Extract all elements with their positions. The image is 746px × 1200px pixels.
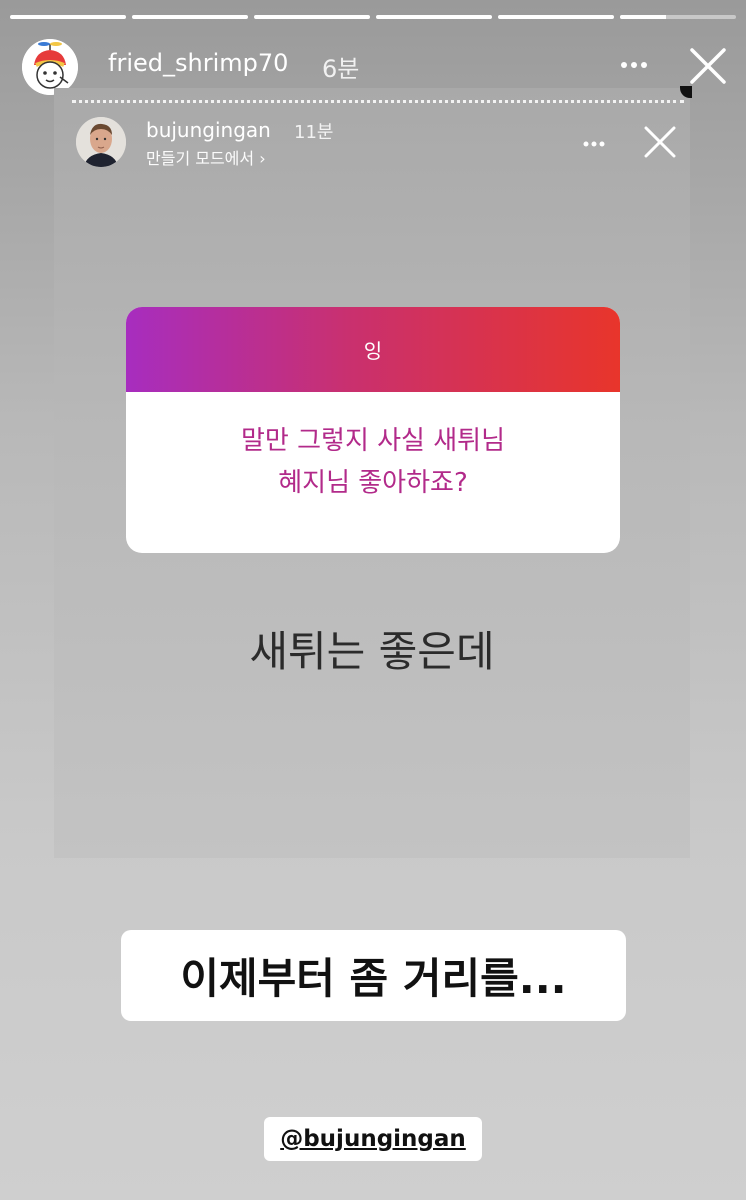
dotted-divider [72, 100, 684, 103]
caption-sticker: 이제부터 좀 거리를... [121, 930, 626, 1021]
progress-segment [376, 15, 492, 19]
answer-text: 새튀는 좋은데 [249, 627, 495, 676]
question-line: 혜지님 좋아하죠? [278, 468, 468, 498]
story-timestamp: 6분 [322, 55, 360, 83]
card-corner [680, 86, 692, 98]
shared-story-avatar[interactable] [76, 117, 126, 167]
story-progress-bar [10, 15, 736, 19]
close-icon[interactable] [688, 46, 728, 86]
question-line: 말만 그렇지 사실 새튀님 [241, 426, 505, 456]
avatar[interactable] [22, 39, 78, 95]
mention-sticker[interactable]: @bujungingan [264, 1117, 482, 1161]
caption-text: 이제부터 좀 거리를... [180, 954, 567, 1003]
question-text: 말만 그렇지 사실 새튀님 혜지님 좋아하죠? [126, 392, 620, 504]
shared-story-username[interactable]: bujungingan [146, 118, 271, 142]
question-prompt: 잉 [363, 339, 383, 363]
shared-story-card[interactable]: bujungingan 11분 만들기 모드에서 › 잉 말만 그렇지 사실 새… [54, 86, 692, 858]
create-mode-label[interactable]: 만들기 모드에서 › [146, 145, 266, 169]
question-sticker-header: 잉 [126, 307, 620, 392]
shared-story-timestamp: 11분 [294, 122, 334, 143]
question-sticker: 잉 말만 그렇지 사실 새튀님 혜지님 좋아하죠? [126, 307, 620, 553]
progress-segment [498, 15, 614, 19]
person-avatar-icon [76, 117, 126, 167]
progress-segment [254, 15, 370, 19]
more-options-icon[interactable] [578, 132, 610, 156]
progress-segment [10, 15, 126, 19]
close-icon[interactable] [642, 124, 678, 160]
story-username[interactable]: fried_shrimp70 [108, 49, 288, 77]
cartoon-avatar-icon [22, 39, 78, 95]
more-options-icon[interactable] [614, 50, 654, 80]
progress-segment [132, 15, 248, 19]
progress-segment-current [620, 15, 736, 19]
mention-text[interactable]: @bujungingan [280, 1126, 466, 1152]
